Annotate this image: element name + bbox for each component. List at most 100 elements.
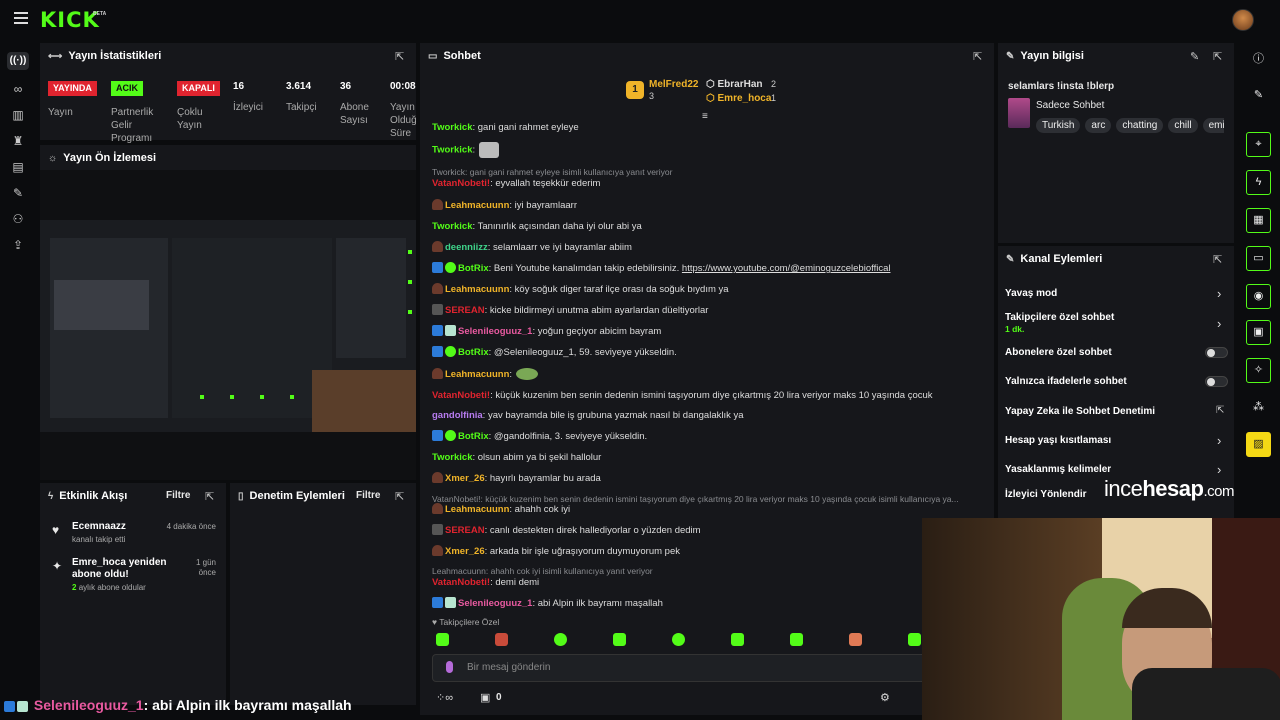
menu-icon[interactable] bbox=[14, 12, 28, 24]
account-age-restriction[interactable]: Hesap yaşı kısıtlaması bbox=[1005, 435, 1111, 446]
chat-username[interactable]: gandolfinia bbox=[432, 410, 483, 421]
mod-filter-button[interactable]: Filtre bbox=[356, 490, 380, 501]
subscribers-only-chat[interactable]: Abonelere özel sohbet bbox=[1005, 347, 1112, 358]
chat-message[interactable]: Tworkick: bbox=[432, 142, 500, 158]
chat-username[interactable]: Tworkick bbox=[432, 145, 472, 156]
stream-icon[interactable]: ((·)) bbox=[7, 52, 29, 70]
gifter-name[interactable]: MelFred22 bbox=[649, 79, 698, 90]
chat-username[interactable]: VatanNobeti! bbox=[432, 390, 490, 401]
info-icon[interactable]: ⓘ bbox=[1246, 48, 1271, 73]
chat-username[interactable]: deenniizz bbox=[445, 242, 488, 253]
tv-icon[interactable]: ▣ bbox=[1246, 320, 1271, 345]
chat-message[interactable]: gandolfinia: yav bayramda bile iş grubun… bbox=[432, 409, 744, 422]
chart-icon[interactable]: ▥ bbox=[9, 106, 27, 124]
pencil-icon[interactable]: ✎ bbox=[1190, 50, 1199, 63]
trophy-icon[interactable]: ♜ bbox=[9, 132, 27, 150]
kick-logo[interactable]: KICK bbox=[40, 9, 100, 31]
chat-link[interactable]: https://www.youtube.com/@eminoguzcelebio… bbox=[682, 263, 891, 274]
tag[interactable]: emir bbox=[1202, 118, 1224, 133]
followers-only-chat[interactable]: Takipçilere özel sohbet bbox=[1005, 312, 1114, 323]
clapper-icon[interactable]: ▨ bbox=[1246, 432, 1271, 457]
tag[interactable]: chatting bbox=[1116, 118, 1164, 133]
broadcast-icon[interactable]: ◉ bbox=[1246, 284, 1271, 309]
chat-message[interactable]: BotRix: Beni Youtube kanalımdan takip ed… bbox=[432, 262, 890, 275]
chat-username[interactable]: Leahmacuunn bbox=[445, 284, 509, 295]
category-name[interactable]: Sadece Sohbet bbox=[1036, 100, 1104, 111]
tag[interactable]: Turkish bbox=[1036, 118, 1081, 133]
chat-message[interactable]: VatanNobeti!: eyvallah teşekkür ederim bbox=[432, 177, 600, 190]
subscribers-only-toggle[interactable] bbox=[1205, 347, 1228, 358]
popout-icon[interactable]: ⇱ bbox=[395, 490, 404, 503]
chat-message[interactable]: Leahmacuunn: iyi bayramlaarr bbox=[432, 199, 577, 212]
chat-username[interactable]: Xmer_26 bbox=[445, 473, 485, 484]
chat-username[interactable]: BotRix bbox=[458, 347, 489, 358]
chat-username[interactable]: VatanNobeti! bbox=[432, 577, 490, 588]
viewer-redirect[interactable]: İzleyici Yönlendir bbox=[1005, 489, 1087, 500]
settings-icon[interactable]: ⚙ bbox=[880, 691, 890, 704]
chat-username[interactable]: Xmer_26 bbox=[445, 546, 485, 557]
chevron-right-icon[interactable]: › bbox=[1217, 316, 1221, 331]
external-link-icon[interactable]: ⇱ bbox=[1216, 405, 1224, 416]
chat-input[interactable]: Bir mesaj gönderin bbox=[432, 654, 932, 682]
chat-message[interactable]: Selenileoguuz_1: abi Alpin ilk bayramı m… bbox=[432, 597, 663, 610]
target-icon[interactable]: ⌖ bbox=[1246, 132, 1271, 157]
chat-icon[interactable]: ▭ bbox=[1246, 246, 1271, 271]
chat-message[interactable]: Leahmacuunn: bbox=[432, 368, 539, 381]
user-avatar[interactable] bbox=[1232, 9, 1254, 31]
chat-message[interactable]: BotRix: @Selenileoguuz_1, 59. seviyeye y… bbox=[432, 346, 677, 359]
wrench-icon[interactable]: ✎ bbox=[9, 184, 27, 202]
tool-icon[interactable]: ✧ bbox=[1246, 358, 1271, 383]
gifter-name[interactable]: ⬡ EbrarHan bbox=[706, 79, 763, 90]
gifter-name[interactable]: ⬡ Emre_hoca bbox=[706, 93, 771, 104]
stream-preview[interactable] bbox=[40, 170, 416, 480]
chat-message[interactable]: Leahmacuunn: ahahh cok iyi bbox=[432, 503, 570, 516]
chat-message[interactable]: Leahmacuunn: köy soğuk diger taraf ilçe … bbox=[432, 283, 729, 296]
popout-icon[interactable]: ⇱ bbox=[1213, 253, 1222, 266]
chat-message[interactable]: VatanNobeti!: küçük kuzenim ben senin de… bbox=[432, 389, 933, 402]
chat-message[interactable]: Xmer_26: hayırlı bayramlar bu arada bbox=[432, 472, 601, 485]
chat-username[interactable]: Tworkick bbox=[432, 122, 472, 133]
popout-icon[interactable]: ⇱ bbox=[973, 50, 982, 63]
chevron-right-icon[interactable]: › bbox=[1217, 433, 1221, 448]
chat-message[interactable]: Xmer_26: arkada bir işle uğraşıyorum duy… bbox=[432, 545, 680, 558]
popout-icon[interactable]: ⇱ bbox=[205, 490, 214, 503]
chevron-right-icon[interactable]: › bbox=[1217, 286, 1221, 301]
chat-username[interactable]: Tworkick bbox=[432, 221, 472, 232]
emote-row[interactable] bbox=[434, 633, 924, 649]
chat-username[interactable]: VatanNobeti! bbox=[432, 178, 490, 189]
popout-icon[interactable]: ⇱ bbox=[395, 50, 404, 63]
gift-icon[interactable]: ▣ bbox=[480, 691, 490, 704]
chat-username[interactable]: Selenileoguuz_1 bbox=[458, 326, 532, 337]
chat-username[interactable]: Leahmacuunn bbox=[445, 200, 509, 211]
slow-mode[interactable]: Yavaş mod bbox=[1005, 288, 1057, 299]
tag[interactable]: arc bbox=[1085, 118, 1112, 133]
chat-message[interactable]: Selenileoguuz_1: yoğun geçiyor abicim ba… bbox=[432, 325, 661, 338]
chat-message[interactable]: Tworkick: olsun abim ya bi şekil hallolu… bbox=[432, 451, 601, 464]
points-icon[interactable]: ⁘∞ bbox=[436, 691, 453, 704]
tag[interactable]: chill bbox=[1168, 118, 1198, 133]
chat-message[interactable]: SEREAN: canlı destekten direk hallediyor… bbox=[432, 524, 701, 537]
clipboard-icon[interactable]: ▦ bbox=[1246, 208, 1271, 233]
chat-message[interactable]: SEREAN: kicke bildirmeyi unutma abim aya… bbox=[432, 304, 708, 317]
events-filter-button[interactable]: Filtre bbox=[166, 490, 190, 501]
link-icon[interactable]: ∞ bbox=[9, 80, 27, 98]
upload-icon[interactable]: ⇪ bbox=[9, 236, 27, 254]
chat-message[interactable]: VatanNobeti!: demi demi bbox=[432, 576, 539, 589]
chat-username[interactable]: Leahmacuunn bbox=[445, 504, 509, 515]
chat-username[interactable]: BotRix bbox=[458, 431, 489, 442]
chat-username[interactable]: SEREAN bbox=[445, 305, 485, 316]
chevron-right-icon[interactable]: › bbox=[1217, 462, 1221, 477]
chat-username[interactable]: SEREAN bbox=[445, 525, 485, 536]
chat-message[interactable]: BotRix: @gandolfinia, 3. seviyeye yüksel… bbox=[432, 430, 647, 443]
category-thumbnail[interactable] bbox=[1008, 98, 1030, 128]
nodes-icon[interactable]: ⁂ bbox=[1246, 396, 1271, 421]
banned-words[interactable]: Yasaklanmış kelimeler bbox=[1005, 464, 1111, 475]
users-icon[interactable]: ⚇ bbox=[9, 210, 27, 228]
bolt-icon[interactable]: ϟ bbox=[1246, 170, 1271, 195]
mic-icon[interactable] bbox=[446, 661, 453, 673]
chat-username[interactable]: Selenileoguuz_1 bbox=[458, 598, 532, 609]
chat-username[interactable]: Tworkick bbox=[432, 452, 472, 463]
emotes-only-chat[interactable]: Yalnızca ifadelerle sohbet bbox=[1005, 376, 1127, 387]
chat-message[interactable]: Tworkick: Tanınırlık açısından daha iyi … bbox=[432, 220, 642, 233]
emotes-only-toggle[interactable] bbox=[1205, 376, 1228, 387]
